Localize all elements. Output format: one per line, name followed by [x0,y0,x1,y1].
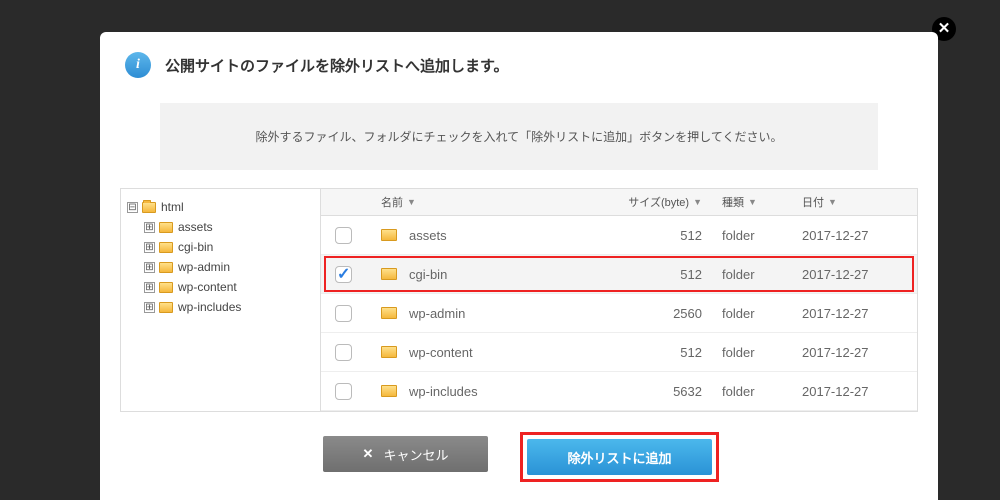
tree-expander[interactable]: ⊟ [127,202,138,213]
tree-label: wp-admin [178,260,230,274]
tree-expander[interactable]: ⊞ [144,222,155,233]
button-bar: ✕ キャンセル 除外リストに追加 [100,432,938,482]
file-list: 名前▼ サイズ(byte)▼ 種類▼ 日付▼ assets 512 folder… [321,189,917,411]
sort-arrow-icon: ▼ [828,197,837,207]
instruction-text: 除外するファイル、フォルダにチェックを入れて「除外リストに追加」ボタンを押してく… [160,103,878,170]
row-type: folder [722,384,802,399]
col-header-type[interactable]: 種類▼ [722,194,802,210]
folder-icon [381,346,397,358]
primary-label: 除外リストに追加 [567,448,671,467]
tree-label: wp-content [178,280,237,294]
folder-icon [381,229,397,241]
row-type: folder [722,267,802,282]
row-checkbox[interactable] [335,305,352,322]
tree-node[interactable]: ⊞ wp-includes [144,297,314,317]
folder-tree: ⊟ html ⊞ assets ⊞ cgi-bin ⊞ wp-admin ⊞ wp-conte… [121,189,321,411]
col-header-size[interactable]: サイズ(byte)▼ [612,194,722,210]
row-name: wp-admin [409,306,465,321]
sort-arrow-icon: ▼ [748,197,757,207]
tree-label: wp-includes [178,300,241,314]
folder-icon [159,242,173,253]
close-x-icon: ✕ [363,446,374,462]
row-type: folder [722,306,802,321]
folder-icon [159,302,173,313]
row-name: wp-content [409,345,473,360]
folder-icon [142,202,156,213]
row-date: 2017-12-27 [802,228,917,243]
row-date: 2017-12-27 [802,267,917,282]
file-list-header: 名前▼ サイズ(byte)▼ 種類▼ 日付▼ [321,189,917,216]
folder-icon [159,222,173,233]
col-header-date[interactable]: 日付▼ [802,194,917,210]
tree-label: assets [178,220,213,234]
sort-arrow-icon: ▼ [693,197,702,207]
row-size: 5632 [612,384,722,399]
row-size: 512 [612,228,722,243]
tree-node[interactable]: ⊞ wp-content [144,277,314,297]
row-checkbox[interactable] [335,383,352,400]
row-size: 512 [612,345,722,360]
row-type: folder [722,228,802,243]
table-row[interactable]: cgi-bin 512 folder 2017-12-27 [321,255,917,294]
cancel-label: キャンセル [383,445,448,464]
tree-node[interactable]: ⊞ assets [144,217,314,237]
folder-icon [381,385,397,397]
col-header-name[interactable]: 名前▼ [366,194,612,210]
add-to-exclude-list-button[interactable]: 除外リストに追加 [527,439,712,475]
info-icon: i [125,52,151,78]
tree-expander[interactable]: ⊞ [144,282,155,293]
row-checkbox[interactable] [335,266,352,283]
row-size: 512 [612,267,722,282]
table-row[interactable]: wp-includes 5632 folder 2017-12-27 [321,372,917,411]
cancel-button[interactable]: ✕ キャンセル [323,436,488,472]
row-date: 2017-12-27 [802,384,917,399]
row-name: assets [409,228,447,243]
primary-button-highlight: 除外リストに追加 [520,432,719,482]
dialog-header: i 公開サイトのファイルを除外リストへ追加します。 [100,32,938,93]
file-browser: ⊟ html ⊞ assets ⊞ cgi-bin ⊞ wp-admin ⊞ wp-conte… [120,188,918,412]
dialog-title: 公開サイトのファイルを除外リストへ追加します。 [165,55,509,76]
row-date: 2017-12-27 [802,306,917,321]
tree-node[interactable]: ⊞ wp-admin [144,257,314,277]
row-date: 2017-12-27 [802,345,917,360]
tree-node-root[interactable]: ⊟ html [127,197,314,217]
folder-icon [159,262,173,273]
folder-icon [381,307,397,319]
row-checkbox[interactable] [335,227,352,244]
tree-expander[interactable]: ⊞ [144,262,155,273]
sort-arrow-icon: ▼ [407,197,416,207]
table-row[interactable]: assets 512 folder 2017-12-27 [321,216,917,255]
tree-label: html [161,200,184,214]
row-name: wp-includes [409,384,478,399]
tree-expander[interactable]: ⊞ [144,242,155,253]
row-name: cgi-bin [409,267,447,282]
tree-node[interactable]: ⊞ cgi-bin [144,237,314,257]
folder-icon [159,282,173,293]
folder-icon [381,268,397,280]
tree-expander[interactable]: ⊞ [144,302,155,313]
table-row[interactable]: wp-admin 2560 folder 2017-12-27 [321,294,917,333]
row-size: 2560 [612,306,722,321]
table-row[interactable]: wp-content 512 folder 2017-12-27 [321,333,917,372]
tree-label: cgi-bin [178,240,213,254]
row-checkbox[interactable] [335,344,352,361]
row-type: folder [722,345,802,360]
dialog: i 公開サイトのファイルを除外リストへ追加します。 除外するファイル、フォルダに… [100,32,938,500]
